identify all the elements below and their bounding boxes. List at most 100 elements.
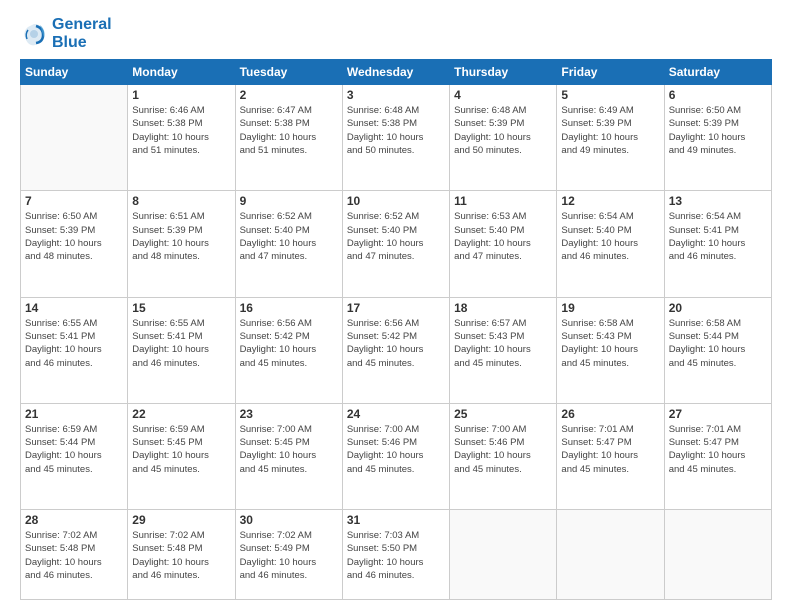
calendar-week-row: 14 Sunrise: 6:55 AMSunset: 5:41 PMDayligh… — [21, 297, 772, 403]
calendar-cell: 2 Sunrise: 6:47 AMSunset: 5:38 PMDaylight… — [235, 85, 342, 191]
day-number: 31 — [347, 513, 445, 527]
weekday-header: Wednesday — [342, 60, 449, 85]
calendar-cell: 19Sunrise: 6:58 AMSunset: 5:43 PMDayligh… — [557, 297, 664, 403]
day-info: Sunrise: 7:02 AMSunset: 5:48 PMDaylight:… — [132, 529, 230, 582]
calendar-cell: 11 Sunrise: 6:53 AMSunset: 5:40 PMDayligh… — [450, 191, 557, 297]
day-info: Sunrise: 6:51 AMSunset: 5:39 PMDaylight:… — [132, 210, 230, 263]
calendar-cell: 27Sunrise: 7:01 AMSunset: 5:47 PMDayligh… — [664, 403, 771, 509]
weekday-header: Monday — [128, 60, 235, 85]
day-number: 2 — [240, 88, 338, 102]
calendar-cell: 4 Sunrise: 6:48 AMSunset: 5:39 PMDaylight… — [450, 85, 557, 191]
day-number: 26 — [561, 407, 659, 421]
day-info: Sunrise: 7:02 AMSunset: 5:49 PMDaylight:… — [240, 529, 338, 582]
day-number: 16 — [240, 301, 338, 315]
page: General Blue SundayMondayTuesdayWednesda… — [0, 0, 792, 612]
calendar-cell — [450, 510, 557, 600]
calendar-week-row: 21 Sunrise: 6:59 AMSunset: 5:44 PMDayligh… — [21, 403, 772, 509]
day-number: 14 — [25, 301, 123, 315]
day-number: 3 — [347, 88, 445, 102]
day-info: Sunrise: 6:57 AMSunset: 5:43 PMDaylight:… — [454, 317, 552, 370]
day-info: Sunrise: 6:52 AMSunset: 5:40 PMDaylight:… — [240, 210, 338, 263]
calendar-cell: 20 Sunrise: 6:58 AMSunset: 5:44 PMDayligh… — [664, 297, 771, 403]
day-info: Sunrise: 6:59 AMSunset: 5:45 PMDaylight:… — [132, 423, 230, 476]
day-number: 8 — [132, 194, 230, 208]
header: General Blue — [20, 16, 772, 51]
day-number: 12 — [561, 194, 659, 208]
day-number: 30 — [240, 513, 338, 527]
weekday-header: Sunday — [21, 60, 128, 85]
day-number: 25 — [454, 407, 552, 421]
weekday-header: Friday — [557, 60, 664, 85]
day-info: Sunrise: 7:03 AMSunset: 5:50 PMDaylight:… — [347, 529, 445, 582]
day-number: 21 — [25, 407, 123, 421]
day-number: 7 — [25, 194, 123, 208]
day-info: Sunrise: 7:01 AMSunset: 5:47 PMDaylight:… — [561, 423, 659, 476]
day-number: 18 — [454, 301, 552, 315]
day-number: 22 — [132, 407, 230, 421]
calendar-week-row: 1 Sunrise: 6:46 AMSunset: 5:38 PMDaylight… — [21, 85, 772, 191]
calendar-cell: 1 Sunrise: 6:46 AMSunset: 5:38 PMDaylight… — [128, 85, 235, 191]
calendar-cell: 6 Sunrise: 6:50 AMSunset: 5:39 PMDaylight… — [664, 85, 771, 191]
calendar-cell: 25Sunrise: 7:00 AMSunset: 5:46 PMDayligh… — [450, 403, 557, 509]
calendar-cell: 21 Sunrise: 6:59 AMSunset: 5:44 PMDayligh… — [21, 403, 128, 509]
day-info: Sunrise: 6:54 AMSunset: 5:41 PMDaylight:… — [669, 210, 767, 263]
day-number: 4 — [454, 88, 552, 102]
day-number: 11 — [454, 194, 552, 208]
weekday-header: Tuesday — [235, 60, 342, 85]
calendar-cell — [557, 510, 664, 600]
day-info: Sunrise: 6:50 AMSunset: 5:39 PMDaylight:… — [669, 104, 767, 157]
day-number: 1 — [132, 88, 230, 102]
calendar-cell: 3 Sunrise: 6:48 AMSunset: 5:38 PMDaylight… — [342, 85, 449, 191]
weekday-header-row: SundayMondayTuesdayWednesdayThursdayFrid… — [21, 60, 772, 85]
day-info: Sunrise: 6:59 AMSunset: 5:44 PMDaylight:… — [25, 423, 123, 476]
calendar-cell: 8 Sunrise: 6:51 AMSunset: 5:39 PMDaylight… — [128, 191, 235, 297]
day-info: Sunrise: 6:49 AMSunset: 5:39 PMDaylight:… — [561, 104, 659, 157]
calendar-cell: 9Sunrise: 6:52 AMSunset: 5:40 PMDaylight… — [235, 191, 342, 297]
calendar-cell — [664, 510, 771, 600]
calendar-cell: 29 Sunrise: 7:02 AMSunset: 5:48 PMDayligh… — [128, 510, 235, 600]
day-number: 20 — [669, 301, 767, 315]
calendar-cell: 10 Sunrise: 6:52 AMSunset: 5:40 PMDayligh… — [342, 191, 449, 297]
day-info: Sunrise: 6:56 AMSunset: 5:42 PMDaylight:… — [240, 317, 338, 370]
day-number: 5 — [561, 88, 659, 102]
logo: General Blue — [20, 16, 112, 51]
calendar-table: SundayMondayTuesdayWednesdayThursdayFrid… — [20, 59, 772, 600]
day-info: Sunrise: 6:50 AMSunset: 5:39 PMDaylight:… — [25, 210, 123, 263]
weekday-header: Saturday — [664, 60, 771, 85]
calendar-cell: 24Sunrise: 7:00 AMSunset: 5:46 PMDayligh… — [342, 403, 449, 509]
day-number: 29 — [132, 513, 230, 527]
day-number: 19 — [561, 301, 659, 315]
day-number: 15 — [132, 301, 230, 315]
calendar-cell: 26 Sunrise: 7:01 AMSunset: 5:47 PMDayligh… — [557, 403, 664, 509]
day-number: 27 — [669, 407, 767, 421]
day-info: Sunrise: 6:47 AMSunset: 5:38 PMDaylight:… — [240, 104, 338, 157]
day-info: Sunrise: 7:00 AMSunset: 5:45 PMDaylight:… — [240, 423, 338, 476]
calendar-week-row: 7 Sunrise: 6:50 AMSunset: 5:39 PMDaylight… — [21, 191, 772, 297]
calendar-cell: 7 Sunrise: 6:50 AMSunset: 5:39 PMDaylight… — [21, 191, 128, 297]
calendar-cell — [21, 85, 128, 191]
day-info: Sunrise: 6:58 AMSunset: 5:44 PMDaylight:… — [669, 317, 767, 370]
calendar-cell: 15Sunrise: 6:55 AMSunset: 5:41 PMDayligh… — [128, 297, 235, 403]
calendar-cell: 14 Sunrise: 6:55 AMSunset: 5:41 PMDayligh… — [21, 297, 128, 403]
day-info: Sunrise: 6:55 AMSunset: 5:41 PMDaylight:… — [25, 317, 123, 370]
calendar-cell: 16 Sunrise: 6:56 AMSunset: 5:42 PMDayligh… — [235, 297, 342, 403]
day-info: Sunrise: 6:56 AMSunset: 5:42 PMDaylight:… — [347, 317, 445, 370]
calendar-cell: 17Sunrise: 6:56 AMSunset: 5:42 PMDayligh… — [342, 297, 449, 403]
day-number: 6 — [669, 88, 767, 102]
logo-text: General Blue — [52, 16, 112, 51]
calendar-cell: 13 Sunrise: 6:54 AMSunset: 5:41 PMDayligh… — [664, 191, 771, 297]
calendar-cell: 31 Sunrise: 7:03 AMSunset: 5:50 PMDayligh… — [342, 510, 449, 600]
day-info: Sunrise: 7:02 AMSunset: 5:48 PMDaylight:… — [25, 529, 123, 582]
day-info: Sunrise: 6:52 AMSunset: 5:40 PMDaylight:… — [347, 210, 445, 263]
day-info: Sunrise: 6:48 AMSunset: 5:38 PMDaylight:… — [347, 104, 445, 157]
day-number: 13 — [669, 194, 767, 208]
day-info: Sunrise: 6:54 AMSunset: 5:40 PMDaylight:… — [561, 210, 659, 263]
day-number: 10 — [347, 194, 445, 208]
day-info: Sunrise: 6:46 AMSunset: 5:38 PMDaylight:… — [132, 104, 230, 157]
day-info: Sunrise: 6:48 AMSunset: 5:39 PMDaylight:… — [454, 104, 552, 157]
day-info: Sunrise: 6:53 AMSunset: 5:40 PMDaylight:… — [454, 210, 552, 263]
calendar-cell: 23Sunrise: 7:00 AMSunset: 5:45 PMDayligh… — [235, 403, 342, 509]
calendar-week-row: 28Sunrise: 7:02 AMSunset: 5:48 PMDayligh… — [21, 510, 772, 600]
calendar-cell: 5 Sunrise: 6:49 AMSunset: 5:39 PMDaylight… — [557, 85, 664, 191]
weekday-header: Thursday — [450, 60, 557, 85]
